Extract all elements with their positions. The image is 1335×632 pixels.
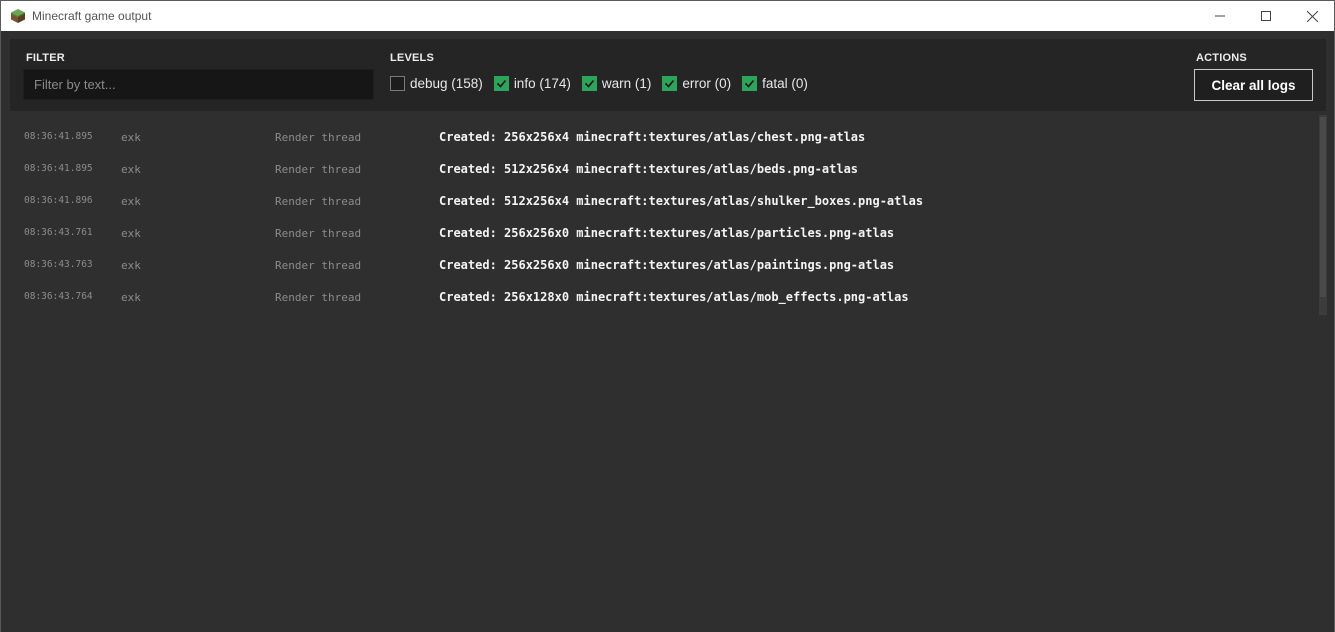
log-message: Created: 256x128x0 minecraft:textures/at… [439, 290, 909, 304]
level-fatal[interactable]: fatal (0) [742, 75, 808, 91]
level-debug-label: debug (158) [410, 75, 483, 91]
close-button[interactable] [1289, 1, 1335, 31]
level-info[interactable]: info (174) [493, 75, 571, 91]
level-info-label: info (174) [513, 75, 571, 91]
maximize-button[interactable] [1243, 1, 1289, 31]
log-logger: exk [121, 195, 141, 208]
error-checkbox[interactable] [662, 75, 678, 91]
log-thread: Render thread [275, 163, 362, 176]
level-error[interactable]: error (0) [662, 75, 732, 91]
log-logger: exk [121, 131, 141, 144]
log-thread: Render thread [275, 131, 362, 144]
log-list[interactable]: 08:36:41.895 exk Render thread Created: … [1, 115, 1334, 632]
log-logger: exk [121, 227, 141, 240]
filter-input[interactable] [23, 69, 374, 100]
filter-label: FILTER [26, 52, 65, 64]
maximize-icon [1261, 11, 1271, 21]
clear-logs-button[interactable]: Clear all logs [1194, 69, 1313, 101]
log-row: 08:36:41.895 exk Render thread Created: … [1, 121, 1311, 153]
level-warn-label: warn (1) [601, 75, 652, 91]
vertical-scrollbar[interactable] [1319, 115, 1327, 315]
close-icon [1306, 10, 1318, 22]
checkmark-icon [496, 79, 506, 88]
log-row: 08:36:41.895 exk Render thread Created: … [1, 153, 1311, 185]
log-row: 08:36:41.896 exk Render thread Created: … [1, 185, 1311, 217]
levels-label: LEVELS [390, 52, 434, 64]
log-row: 08:36:43.763 exk Render thread Created: … [1, 249, 1311, 281]
log-timestamp: 08:36:41.895 [24, 163, 93, 174]
level-fatal-label: fatal (0) [762, 75, 808, 91]
actions-label: ACTIONS [1196, 52, 1247, 64]
checkmark-icon [745, 79, 755, 88]
log-thread: Render thread [275, 259, 362, 272]
log-timestamp: 08:36:43.763 [24, 259, 93, 270]
warn-checkbox[interactable] [581, 75, 597, 91]
log-row: 08:36:43.764 exk Render thread Created: … [1, 281, 1311, 313]
log-row: 08:36:43.761 exk Render thread Created: … [1, 217, 1311, 249]
level-checkbox-group: debug (158) info (174) warn (1) error (0… [390, 74, 819, 92]
debug-checkbox[interactable] [390, 75, 405, 91]
level-warn[interactable]: warn (1) [581, 75, 652, 91]
log-message: Created: 256x256x0 minecraft:textures/at… [439, 258, 895, 272]
log-thread: Render thread [275, 291, 362, 304]
log-thread: Render thread [275, 227, 362, 240]
log-timestamp: 08:36:43.761 [24, 227, 93, 238]
log-toolbar: FILTER LEVELS debug (158) info (174) war… [10, 39, 1326, 111]
level-error-label: error (0) [682, 75, 732, 91]
log-logger: exk [121, 291, 141, 304]
minimize-icon [1215, 15, 1225, 17]
log-message: Created: 512x256x4 minecraft:textures/at… [439, 162, 859, 176]
log-thread: Render thread [275, 195, 362, 208]
scrollbar-thumb[interactable] [1320, 117, 1326, 297]
log-timestamp: 08:36:41.896 [24, 195, 93, 206]
fatal-checkbox[interactable] [742, 75, 758, 91]
level-debug[interactable]: debug (158) [390, 75, 483, 91]
checkmark-icon [584, 79, 594, 88]
log-message: Created: 256x256x4 minecraft:textures/at… [439, 130, 866, 144]
app-window: Minecraft game output FILTER LEVELS debu… [0, 0, 1335, 632]
log-timestamp: 08:36:43.764 [24, 291, 93, 302]
minecraft-grass-block-icon [11, 9, 25, 23]
log-logger: exk [121, 259, 141, 272]
log-logger: exk [121, 163, 141, 176]
log-message: Created: 512x256x4 minecraft:textures/at… [439, 194, 924, 208]
info-checkbox[interactable] [493, 75, 509, 91]
log-message: Created: 256x256x0 minecraft:textures/at… [439, 226, 895, 240]
minimize-button[interactable] [1197, 1, 1243, 31]
log-timestamp: 08:36:41.895 [24, 131, 93, 142]
title-bar[interactable]: Minecraft game output [1, 1, 1334, 31]
window-title: Minecraft game output [32, 9, 152, 23]
checkmark-icon [665, 79, 675, 88]
